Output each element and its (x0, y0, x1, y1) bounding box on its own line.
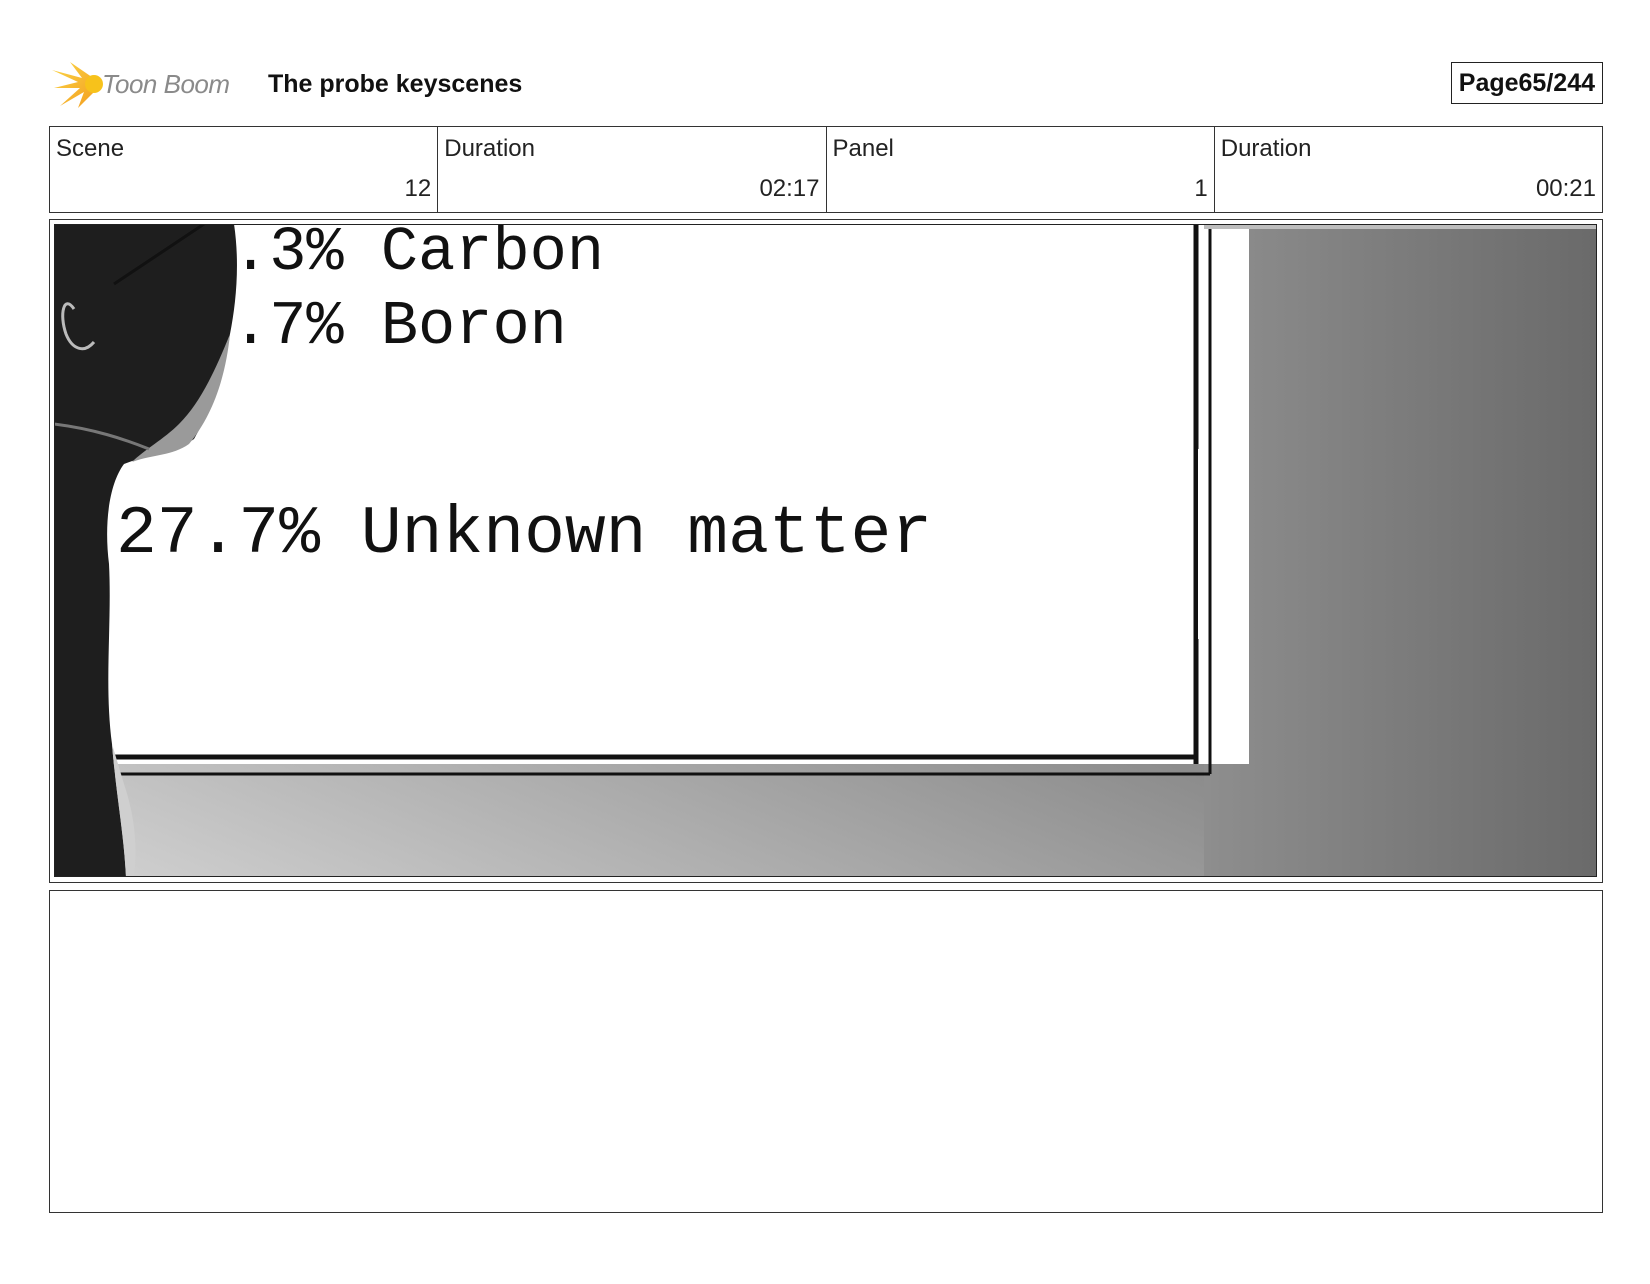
panel-label: Panel (832, 135, 894, 162)
panel-line-3: 27.7% Unknown matter (116, 496, 932, 573)
storyboard-header: Toon Boom The probe keyscenes Page 65/24… (50, 58, 1603, 110)
storyboard-panel: .3% Carbon .7% Boron 27.7% Unknown matte… (49, 219, 1603, 883)
page-number: 65/244 (1518, 68, 1595, 97)
page-indicator: Page 65/244 (1450, 62, 1603, 104)
panel-notes-area[interactable] (49, 890, 1603, 1213)
panel-value: 1 (1194, 175, 1208, 202)
scene-cell: Scene 12 (50, 127, 439, 212)
scene-duration-value: 02:17 (759, 175, 820, 202)
scene-label: Scene (56, 135, 125, 162)
panel-line-1: .3% Carbon (232, 224, 604, 288)
scene-info-table: Scene 12 Duration 02:17 Panel 1 Duration… (49, 126, 1603, 213)
panel-duration-cell: Duration 00:21 (1215, 127, 1602, 212)
page-label: Page (1458, 68, 1519, 97)
scene-value: 12 (404, 175, 432, 202)
panel-duration-label: Duration (1220, 135, 1312, 162)
panel-cell: Panel 1 (827, 127, 1215, 212)
scene-duration-label: Duration (444, 135, 535, 162)
starburst-logo-icon (52, 62, 103, 108)
scene-duration-cell: Duration 02:17 (438, 127, 827, 212)
logo-text: Toon Boom (102, 68, 230, 99)
document-title: The probe keyscenes (268, 70, 523, 98)
toon-boom-logo: Toon Boom (50, 58, 230, 110)
panel-duration-value: 00:21 (1535, 175, 1596, 202)
panel-drawing: .3% Carbon .7% Boron 27.7% Unknown matte… (54, 224, 1597, 877)
panel-line-2: .7% Boron (232, 291, 567, 362)
